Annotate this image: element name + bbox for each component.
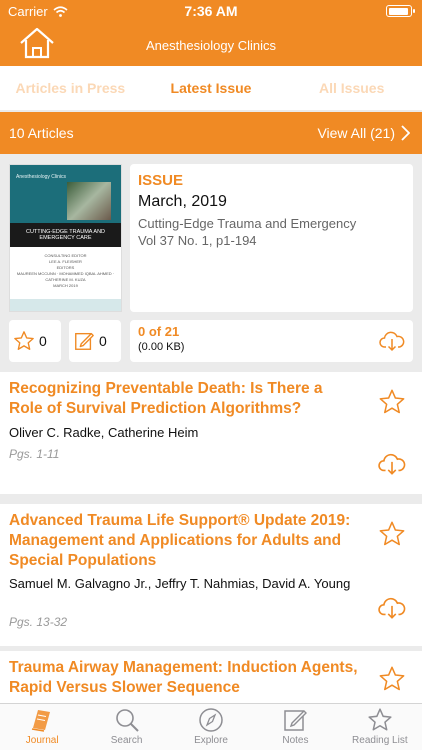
article-item[interactable]: Recognizing Preventable Death: Is There … bbox=[0, 372, 422, 494]
issue-date: March, 2019 bbox=[138, 193, 227, 210]
cover-photo bbox=[67, 182, 111, 220]
stars-count: 0 bbox=[39, 333, 47, 349]
article-pages: Pgs. 13-32 bbox=[9, 615, 68, 629]
download-progress: 0 of 21 bbox=[138, 324, 180, 339]
download-size: (0.00 KB) bbox=[138, 341, 185, 353]
tab-label: Explore bbox=[194, 735, 228, 746]
issue-notes-button[interactable]: 0 bbox=[69, 320, 121, 362]
tab-search[interactable]: Search bbox=[84, 704, 168, 750]
tab-label: Reading List bbox=[352, 735, 408, 746]
issue-info-card[interactable]: ISSUE March, 2019 Cutting-Edge Trauma an… bbox=[130, 164, 413, 312]
issue-title: Cutting-Edge Trauma and Emergency bbox=[138, 216, 357, 231]
battery-icon bbox=[386, 5, 415, 17]
article-title[interactable]: Trauma Airway Management: Induction Agen… bbox=[9, 658, 359, 698]
search-icon bbox=[115, 709, 139, 732]
star-icon bbox=[368, 708, 392, 731]
article-pages: Pgs. 1-11 bbox=[9, 447, 60, 461]
notes-count: 0 bbox=[99, 333, 107, 349]
bottom-tab-bar: Journal Search Explore Notes Reading Lis… bbox=[0, 703, 422, 750]
issue-tabs: Articles in Press Latest Issue All Issue… bbox=[0, 66, 422, 110]
download-icon[interactable] bbox=[378, 596, 406, 620]
tab-all-issues[interactable]: All Issues bbox=[281, 66, 422, 110]
tab-label: Notes bbox=[282, 735, 309, 746]
tab-label: Journal bbox=[25, 735, 59, 746]
article-authors: Samuel M. Galvagno Jr., Jeffry T. Nahmia… bbox=[9, 576, 351, 591]
tab-articles-in-press[interactable]: Articles in Press bbox=[0, 66, 141, 110]
cover-strip bbox=[10, 299, 121, 311]
notes-icon bbox=[284, 710, 308, 731]
edit-note-icon bbox=[75, 332, 94, 350]
bookmark-star-icon[interactable] bbox=[378, 520, 406, 548]
issue-panel: Anesthesiology Clinics CUTTING-EDGE TRAU… bbox=[0, 154, 422, 372]
view-all-label: View All (21) bbox=[317, 125, 395, 141]
article-title[interactable]: Advanced Trauma Life Support® Update 201… bbox=[9, 511, 359, 571]
issue-volume: Vol 37 No. 1, p1-194 bbox=[138, 233, 257, 248]
star-icon bbox=[14, 331, 34, 350]
journal-title: Anesthesiology Clinics bbox=[145, 38, 277, 53]
cover-journal: Anesthesiology Clinics bbox=[16, 174, 67, 180]
articles-count: 10 Articles bbox=[9, 125, 74, 141]
chevron-right-icon bbox=[401, 125, 410, 141]
issue-stars-button[interactable]: 0 bbox=[9, 320, 61, 362]
download-icon[interactable] bbox=[378, 452, 406, 476]
article-title[interactable]: Recognizing Preventable Death: Is There … bbox=[9, 379, 359, 419]
clock: 7:36 AM bbox=[184, 3, 238, 19]
cloud-download-icon bbox=[379, 331, 405, 352]
cover-credits: CONSULTING EDITOR LEE A. FLEISHER EDITOR… bbox=[16, 253, 115, 288]
article-item[interactable]: Advanced Trauma Life Support® Update 201… bbox=[0, 504, 422, 646]
journal-icon bbox=[32, 710, 51, 732]
cover-band: CUTTING-EDGE TRAUMA AND EMERGENCY CARE bbox=[10, 223, 121, 247]
status-bar: Carrier 7:36 AM bbox=[0, 0, 422, 22]
tab-label: Search bbox=[110, 735, 143, 746]
articles-count-bar: 10 Articles View All (21) bbox=[0, 112, 422, 154]
issue-cover[interactable]: Anesthesiology Clinics CUTTING-EDGE TRAU… bbox=[9, 164, 122, 312]
tab-latest-issue[interactable]: Latest Issue bbox=[141, 66, 282, 110]
issue-download-card[interactable]: 0 of 21 (0.00 KB) bbox=[130, 320, 413, 362]
issue-label: ISSUE bbox=[138, 172, 184, 189]
app-header: Carrier 7:36 AM Anesthesiology Clinics bbox=[0, 0, 422, 66]
bookmark-star-icon[interactable] bbox=[378, 388, 406, 416]
article-authors: Oliver C. Radke, Catherine Heim bbox=[9, 425, 199, 440]
tab-reading-list[interactable]: Reading List bbox=[338, 704, 422, 750]
tab-notes[interactable]: Notes bbox=[253, 704, 337, 750]
bookmark-star-icon[interactable] bbox=[378, 665, 406, 693]
view-all-button[interactable]: View All (21) bbox=[317, 125, 410, 141]
tab-journal[interactable]: Journal bbox=[0, 704, 84, 750]
compass-icon bbox=[199, 708, 223, 732]
tab-explore[interactable]: Explore bbox=[169, 704, 253, 750]
article-item[interactable]: Trauma Airway Management: Induction Agen… bbox=[0, 651, 422, 703]
